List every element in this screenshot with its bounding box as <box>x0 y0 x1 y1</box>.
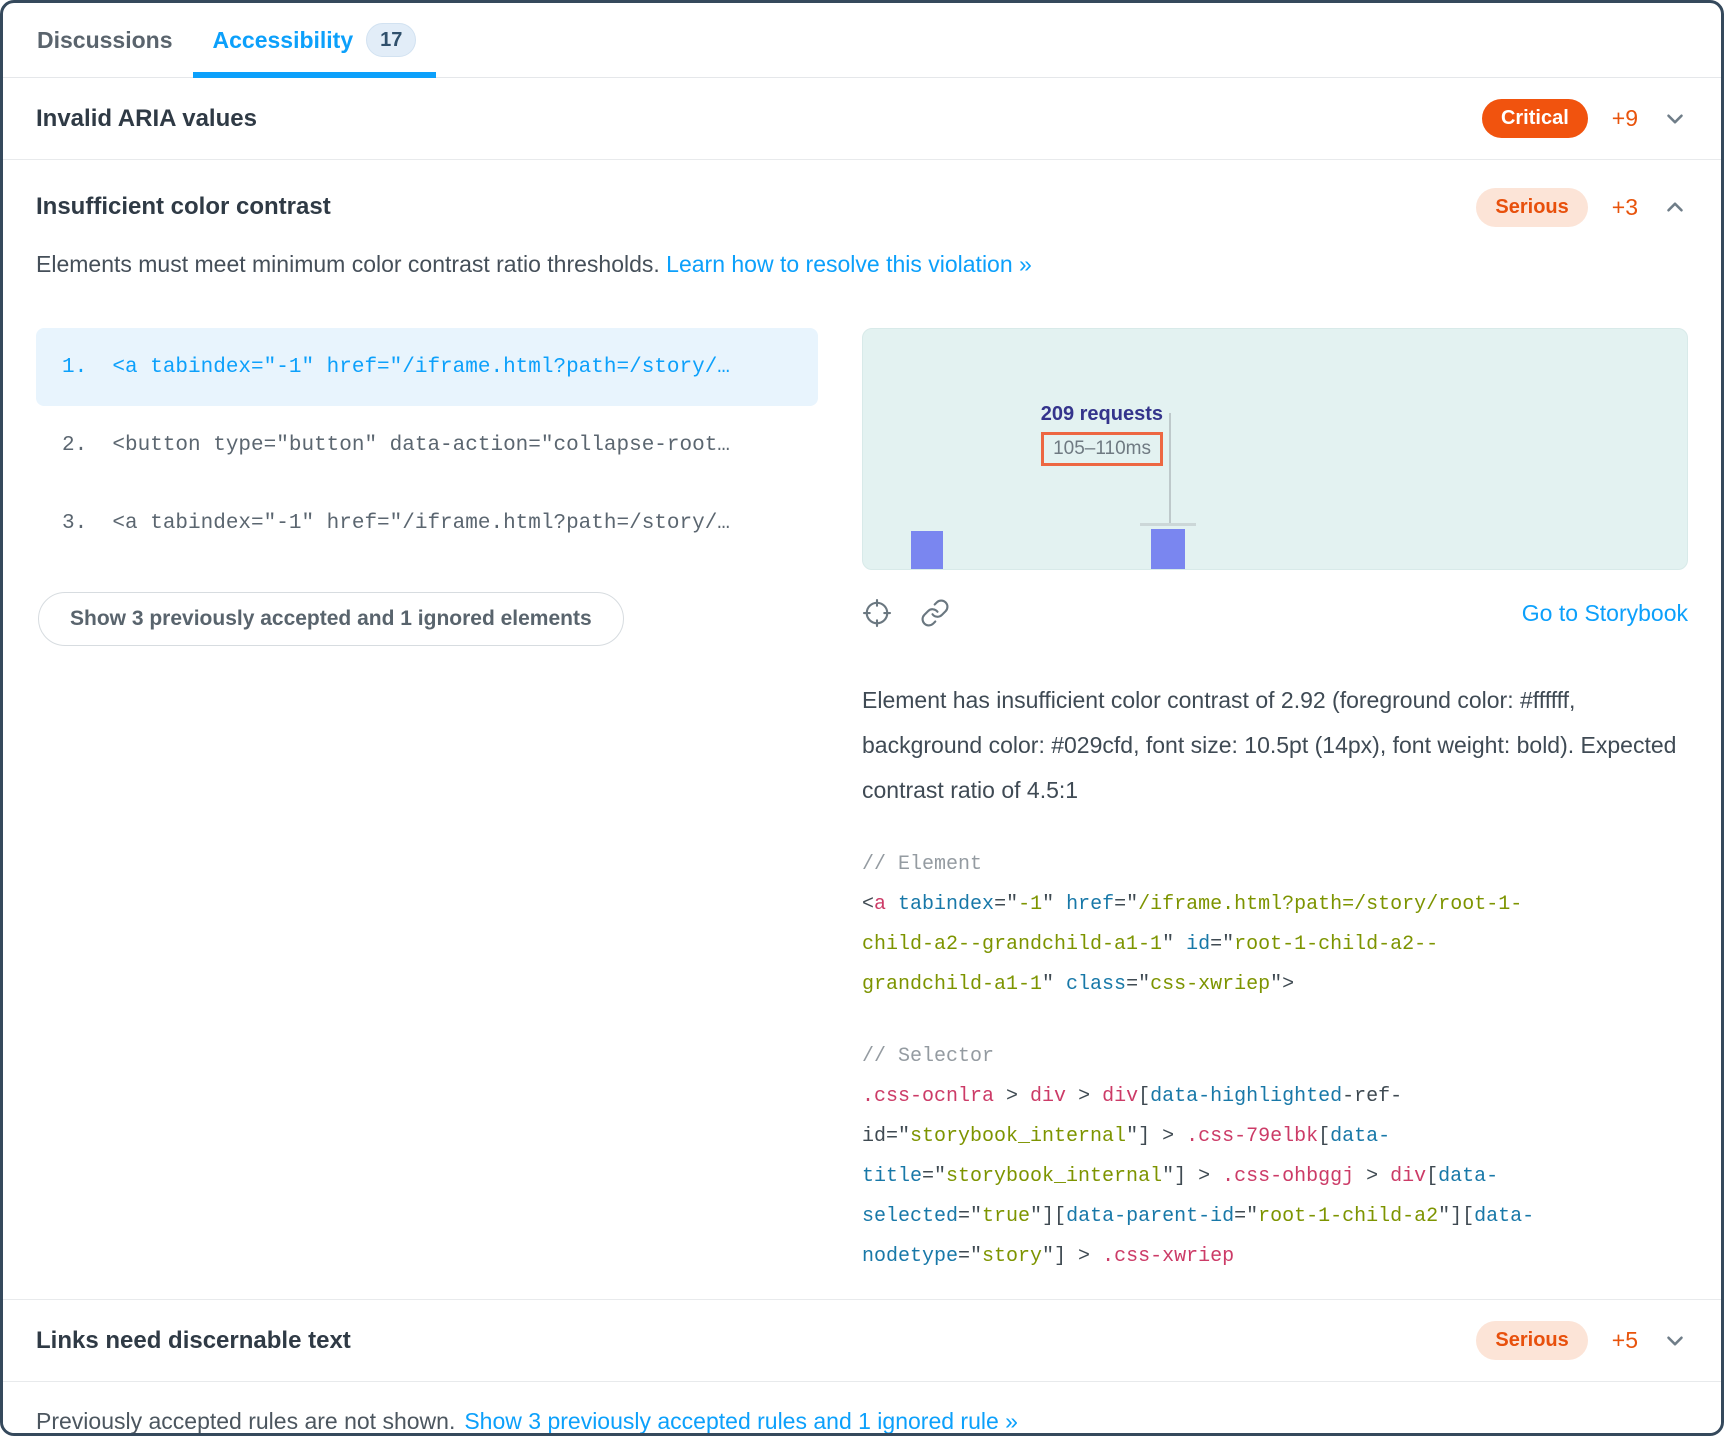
violation-detail-text: Element has insufficient color contrast … <box>862 678 1688 813</box>
chart-bar <box>911 531 943 569</box>
violating-element-1[interactable]: 1. <a tabindex="-1" href="/iframe.html?p… <box>36 328 818 406</box>
chevron-up-icon[interactable] <box>1662 194 1688 220</box>
code-line: grandchild-a1-1" class="css-xwriep"> <box>862 965 1688 1005</box>
tooltip-value-highlighted: 105–110ms <box>1041 432 1163 466</box>
code-line: <a tabindex="-1" href="/iframe.html?path… <box>862 885 1688 925</box>
code-line: title="storybook_internal"] > .css-ohbgg… <box>862 1157 1688 1197</box>
more-count: +9 <box>1612 105 1638 132</box>
selector-code-block: // Selector.css-ocnlra > div > div[data-… <box>862 1037 1688 1277</box>
show-accepted-rules-link[interactable]: Show 3 previously accepted rules and 1 i… <box>464 1408 1018 1435</box>
element-code-block: // Element<a tabindex="-1" href="/iframe… <box>862 845 1688 1005</box>
chart-bar <box>1151 529 1185 569</box>
accessibility-count-badge: 17 <box>366 23 416 57</box>
element-detail-panel: 209 requests 105–110ms <box>862 328 1688 1277</box>
tooltip-pointer-line <box>1169 413 1171 525</box>
rule-row-color-contrast[interactable]: Insufficient color contrast Serious +3 <box>36 160 1688 240</box>
chevron-down-icon[interactable] <box>1662 106 1688 132</box>
footer-text: Previously accepted rules are not shown. <box>36 1408 455 1435</box>
preview-tooltip: 209 requests 105–110ms <box>863 403 1163 466</box>
crosshair-icon[interactable] <box>862 598 892 628</box>
severity-badge-critical: Critical <box>1482 99 1588 138</box>
tooltip-title: 209 requests <box>863 403 1163 426</box>
rule-row-invalid-aria-values[interactable]: Invalid ARIA values Critical +9 <box>3 78 1721 160</box>
violating-element-3[interactable]: 3. <a tabindex="-1" href="/iframe.html?p… <box>36 484 818 562</box>
code-line: id="storybook_internal"] > .css-79elbk[d… <box>862 1117 1688 1157</box>
code-line: nodetype="story"] > .css-xwriep <box>862 1237 1688 1277</box>
rule-row-links-discernable-text[interactable]: Links need discernable text Serious +5 <box>3 1299 1721 1381</box>
code-line: selected="true"][data-parent-id="root-1-… <box>862 1197 1688 1237</box>
link-icon[interactable] <box>920 598 950 628</box>
code-comment: // Element <box>862 845 1688 885</box>
tab-discussions-label: Discussions <box>37 27 173 54</box>
more-count: +3 <box>1612 194 1638 221</box>
resolve-violation-link[interactable]: Learn how to resolve this violation » <box>666 251 1032 277</box>
code-line: .css-ocnlra > div > div[data-highlighted… <box>862 1077 1688 1117</box>
rule-title: Invalid ARIA values <box>36 105 257 133</box>
chevron-down-icon[interactable] <box>1662 1328 1688 1354</box>
footer: Previously accepted rules are not shown.… <box>3 1381 1721 1436</box>
severity-badge-serious: Serious <box>1476 188 1587 227</box>
tab-accessibility[interactable]: Accessibility 17 <box>193 3 437 77</box>
rule-description: Elements must meet minimum color contras… <box>36 248 1688 280</box>
violating-element-2[interactable]: 2. <button type="button" data-action="co… <box>36 406 818 484</box>
accessibility-panel: Discussions Accessibility 17 Invalid ARI… <box>0 0 1724 1436</box>
bar-cap <box>1140 523 1196 526</box>
tab-discussions[interactable]: Discussions <box>17 3 193 77</box>
preview-actions: Go to Storybook <box>862 596 1688 630</box>
rule-detail-columns: 1. <a tabindex="-1" href="/iframe.html?p… <box>36 328 1688 1277</box>
severity-badge-serious: Serious <box>1476 1321 1587 1360</box>
story-preview: 209 requests 105–110ms <box>862 328 1688 570</box>
code-line: child-a2--grandchild-a1-1" id="root-1-ch… <box>862 925 1688 965</box>
violating-elements-list: 1. <a tabindex="-1" href="/iframe.html?p… <box>36 328 818 646</box>
tab-bar: Discussions Accessibility 17 <box>3 3 1721 78</box>
go-to-storybook-link[interactable]: Go to Storybook <box>1522 600 1688 627</box>
rule-section-color-contrast: Insufficient color contrast Serious +3 E… <box>3 160 1721 1299</box>
rule-title: Insufficient color contrast <box>36 193 331 221</box>
tab-accessibility-label: Accessibility <box>213 27 354 54</box>
more-count: +5 <box>1612 1327 1638 1354</box>
show-accepted-elements-button[interactable]: Show 3 previously accepted and 1 ignored… <box>38 592 624 646</box>
code-comment: // Selector <box>862 1037 1688 1077</box>
rule-title: Links need discernable text <box>36 1327 351 1355</box>
